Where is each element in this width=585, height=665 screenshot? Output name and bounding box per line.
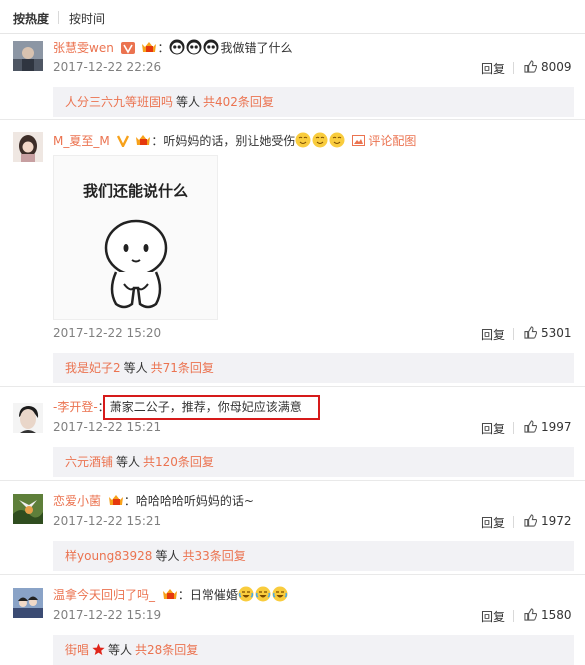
sub-reply-user[interactable]: 样young83928 — [65, 549, 152, 563]
sub-replies[interactable]: 我是妃子2 等人 共71条回复 — [53, 353, 574, 383]
thumb-up-icon — [524, 420, 538, 433]
comment-line: 张慧雯wen ：我做错了什么 — [53, 39, 293, 58]
reply-button[interactable]: 回复 — [481, 514, 505, 531]
comment-item: 恋爱小菌 ：哈哈哈哈听妈妈的话~ 2017-12-22 15:21 回复 197… — [0, 481, 585, 574]
comment-item: M_夏至_M ：听妈妈的话，别让她受伤 评论配图 我们还能说什么 2017-12-… — [0, 120, 585, 385]
sub-reply-mid: 等人 — [155, 549, 180, 563]
laugh-cry-face-icon — [238, 586, 254, 602]
panda-face-icon — [186, 39, 202, 55]
avatar[interactable] — [13, 41, 43, 71]
sub-reply-user[interactable]: 街唱 — [65, 643, 89, 657]
yellow-face-icon — [295, 132, 311, 148]
laugh-cry-face-icon — [255, 586, 271, 602]
like-button[interactable]: 8009 — [524, 60, 574, 74]
panda-face-icon — [203, 39, 219, 55]
sub-reply-mid: 等人 — [116, 455, 141, 469]
sub-replies[interactable]: 样young83928 等人 共33条回复 — [53, 541, 574, 571]
sub-reply-user[interactable]: 六元酒铺 — [65, 455, 113, 469]
v-badge-icon — [116, 135, 129, 151]
comment-image-link-label: 评论配图 — [368, 134, 417, 148]
comment-time: 2017-12-22 15:21 — [53, 514, 162, 528]
divider — [513, 328, 514, 340]
panda-face-icon — [169, 39, 185, 55]
sub-reply-total[interactable]: 共28条回复 — [135, 643, 198, 657]
sub-reply-user[interactable]: 我是妃子2 — [65, 361, 121, 375]
username-link[interactable]: M_夏至_M — [53, 134, 110, 148]
sub-reply-total[interactable]: 共120条回复 — [143, 455, 214, 469]
comment-time: 2017-12-22 15:21 — [53, 420, 162, 434]
tab-sort-by-hot[interactable]: 按热度 — [13, 10, 49, 27]
sub-replies[interactable]: 街唱 等人 共28条回复 — [53, 635, 574, 665]
like-button[interactable]: 1972 — [524, 514, 574, 528]
tab-sort-by-time[interactable]: 按时间 — [69, 10, 105, 27]
member-crown-icon — [108, 493, 124, 511]
sub-reply-mid: 等人 — [123, 361, 148, 375]
meme-character-icon — [104, 219, 168, 309]
highlight-box — [103, 395, 320, 420]
reply-button[interactable]: 回复 — [481, 60, 505, 77]
thumb-up-icon — [524, 608, 538, 621]
reply-button[interactable]: 回复 — [481, 608, 505, 625]
like-count: 1580 — [541, 608, 572, 622]
thumb-up-icon — [524, 60, 538, 73]
image-caption: 我们还能说什么 — [82, 182, 188, 200]
divider — [513, 62, 514, 74]
thumb-up-icon — [524, 514, 538, 527]
comment-time: 2017-12-22 15:20 — [53, 326, 162, 340]
sub-reply-mid: 等人 — [176, 95, 201, 109]
comment-text: 听妈妈的话，别让她受伤 — [163, 134, 296, 148]
comment-image-link[interactable]: 评论配图 — [352, 134, 416, 148]
like-button[interactable]: 1580 — [524, 608, 574, 622]
yellow-face-icon — [329, 132, 345, 148]
divider — [513, 610, 514, 622]
divider — [513, 516, 514, 528]
comment-item: 温拿今天回归了吗_ ：日常催婚 2017-12-22 15:19 回复 1580… — [0, 575, 585, 665]
divider — [513, 422, 514, 434]
sub-reply-user[interactable]: 人分三六九等班固吗 — [65, 95, 173, 109]
comment-item: 张慧雯wen ：我做错了什么 2017-12-22 22:26 回复 8009 … — [0, 34, 585, 120]
comment-text: 日常催婚 — [189, 588, 238, 602]
like-count: 5301 — [541, 326, 572, 340]
member-crown-icon — [141, 40, 157, 58]
comment-time: 2017-12-22 15:19 — [53, 608, 162, 622]
avatar[interactable] — [13, 403, 43, 433]
picture-icon — [352, 135, 366, 146]
comment-time: 2017-12-22 22:26 — [53, 60, 162, 74]
sub-reply-total[interactable]: 共33条回复 — [182, 549, 245, 563]
comment-line: 恋爱小菌 ：哈哈哈哈听妈妈的话~ — [53, 493, 254, 511]
member-crown-icon — [162, 587, 178, 605]
username-link[interactable]: -李开登- — [53, 400, 98, 414]
comment-text: 哈哈哈哈听妈妈的话~ — [135, 494, 254, 508]
like-button[interactable]: 5301 — [524, 326, 574, 340]
sub-replies[interactable]: 人分三六九等班固吗 等人 共402条回复 — [53, 87, 574, 117]
avatar[interactable] — [13, 588, 43, 618]
thumb-up-icon — [524, 326, 538, 339]
like-button[interactable]: 1997 — [524, 420, 574, 434]
red-star-icon — [92, 637, 105, 665]
avatar[interactable] — [13, 132, 43, 162]
sub-reply-total[interactable]: 共402条回复 — [203, 95, 274, 109]
comment-line: 温拿今天回归了吗_ ：日常催婚 — [53, 586, 289, 605]
username-link[interactable]: 温拿今天回归了吗_ — [53, 588, 155, 602]
sub-reply-total[interactable]: 共71条回复 — [151, 361, 214, 375]
member-crown-icon — [135, 133, 151, 151]
username-link[interactable]: 恋爱小菌 — [53, 494, 101, 508]
laugh-cry-face-icon — [272, 586, 288, 602]
like-count: 8009 — [541, 60, 572, 74]
divider — [58, 11, 59, 24]
like-count: 1972 — [541, 514, 572, 528]
username-link[interactable]: 张慧雯wen — [53, 41, 114, 55]
reply-button[interactable]: 回复 — [481, 420, 505, 437]
sub-replies[interactable]: 六元酒铺 等人 共120条回复 — [53, 447, 574, 477]
comment-image[interactable]: 我们还能说什么 — [53, 155, 218, 320]
reply-button[interactable]: 回复 — [481, 326, 505, 343]
like-count: 1997 — [541, 420, 572, 434]
avatar[interactable] — [13, 494, 43, 524]
comment-text: 我做错了什么 — [220, 41, 293, 55]
sub-reply-mid: 等人 — [108, 643, 133, 657]
sort-bar: 按热度 按时间 — [0, 0, 585, 34]
v-badge-icon — [120, 42, 135, 58]
comment-line: M_夏至_M ：听妈妈的话，别让她受伤 评论配图 — [53, 132, 416, 151]
yellow-face-icon — [312, 132, 328, 148]
